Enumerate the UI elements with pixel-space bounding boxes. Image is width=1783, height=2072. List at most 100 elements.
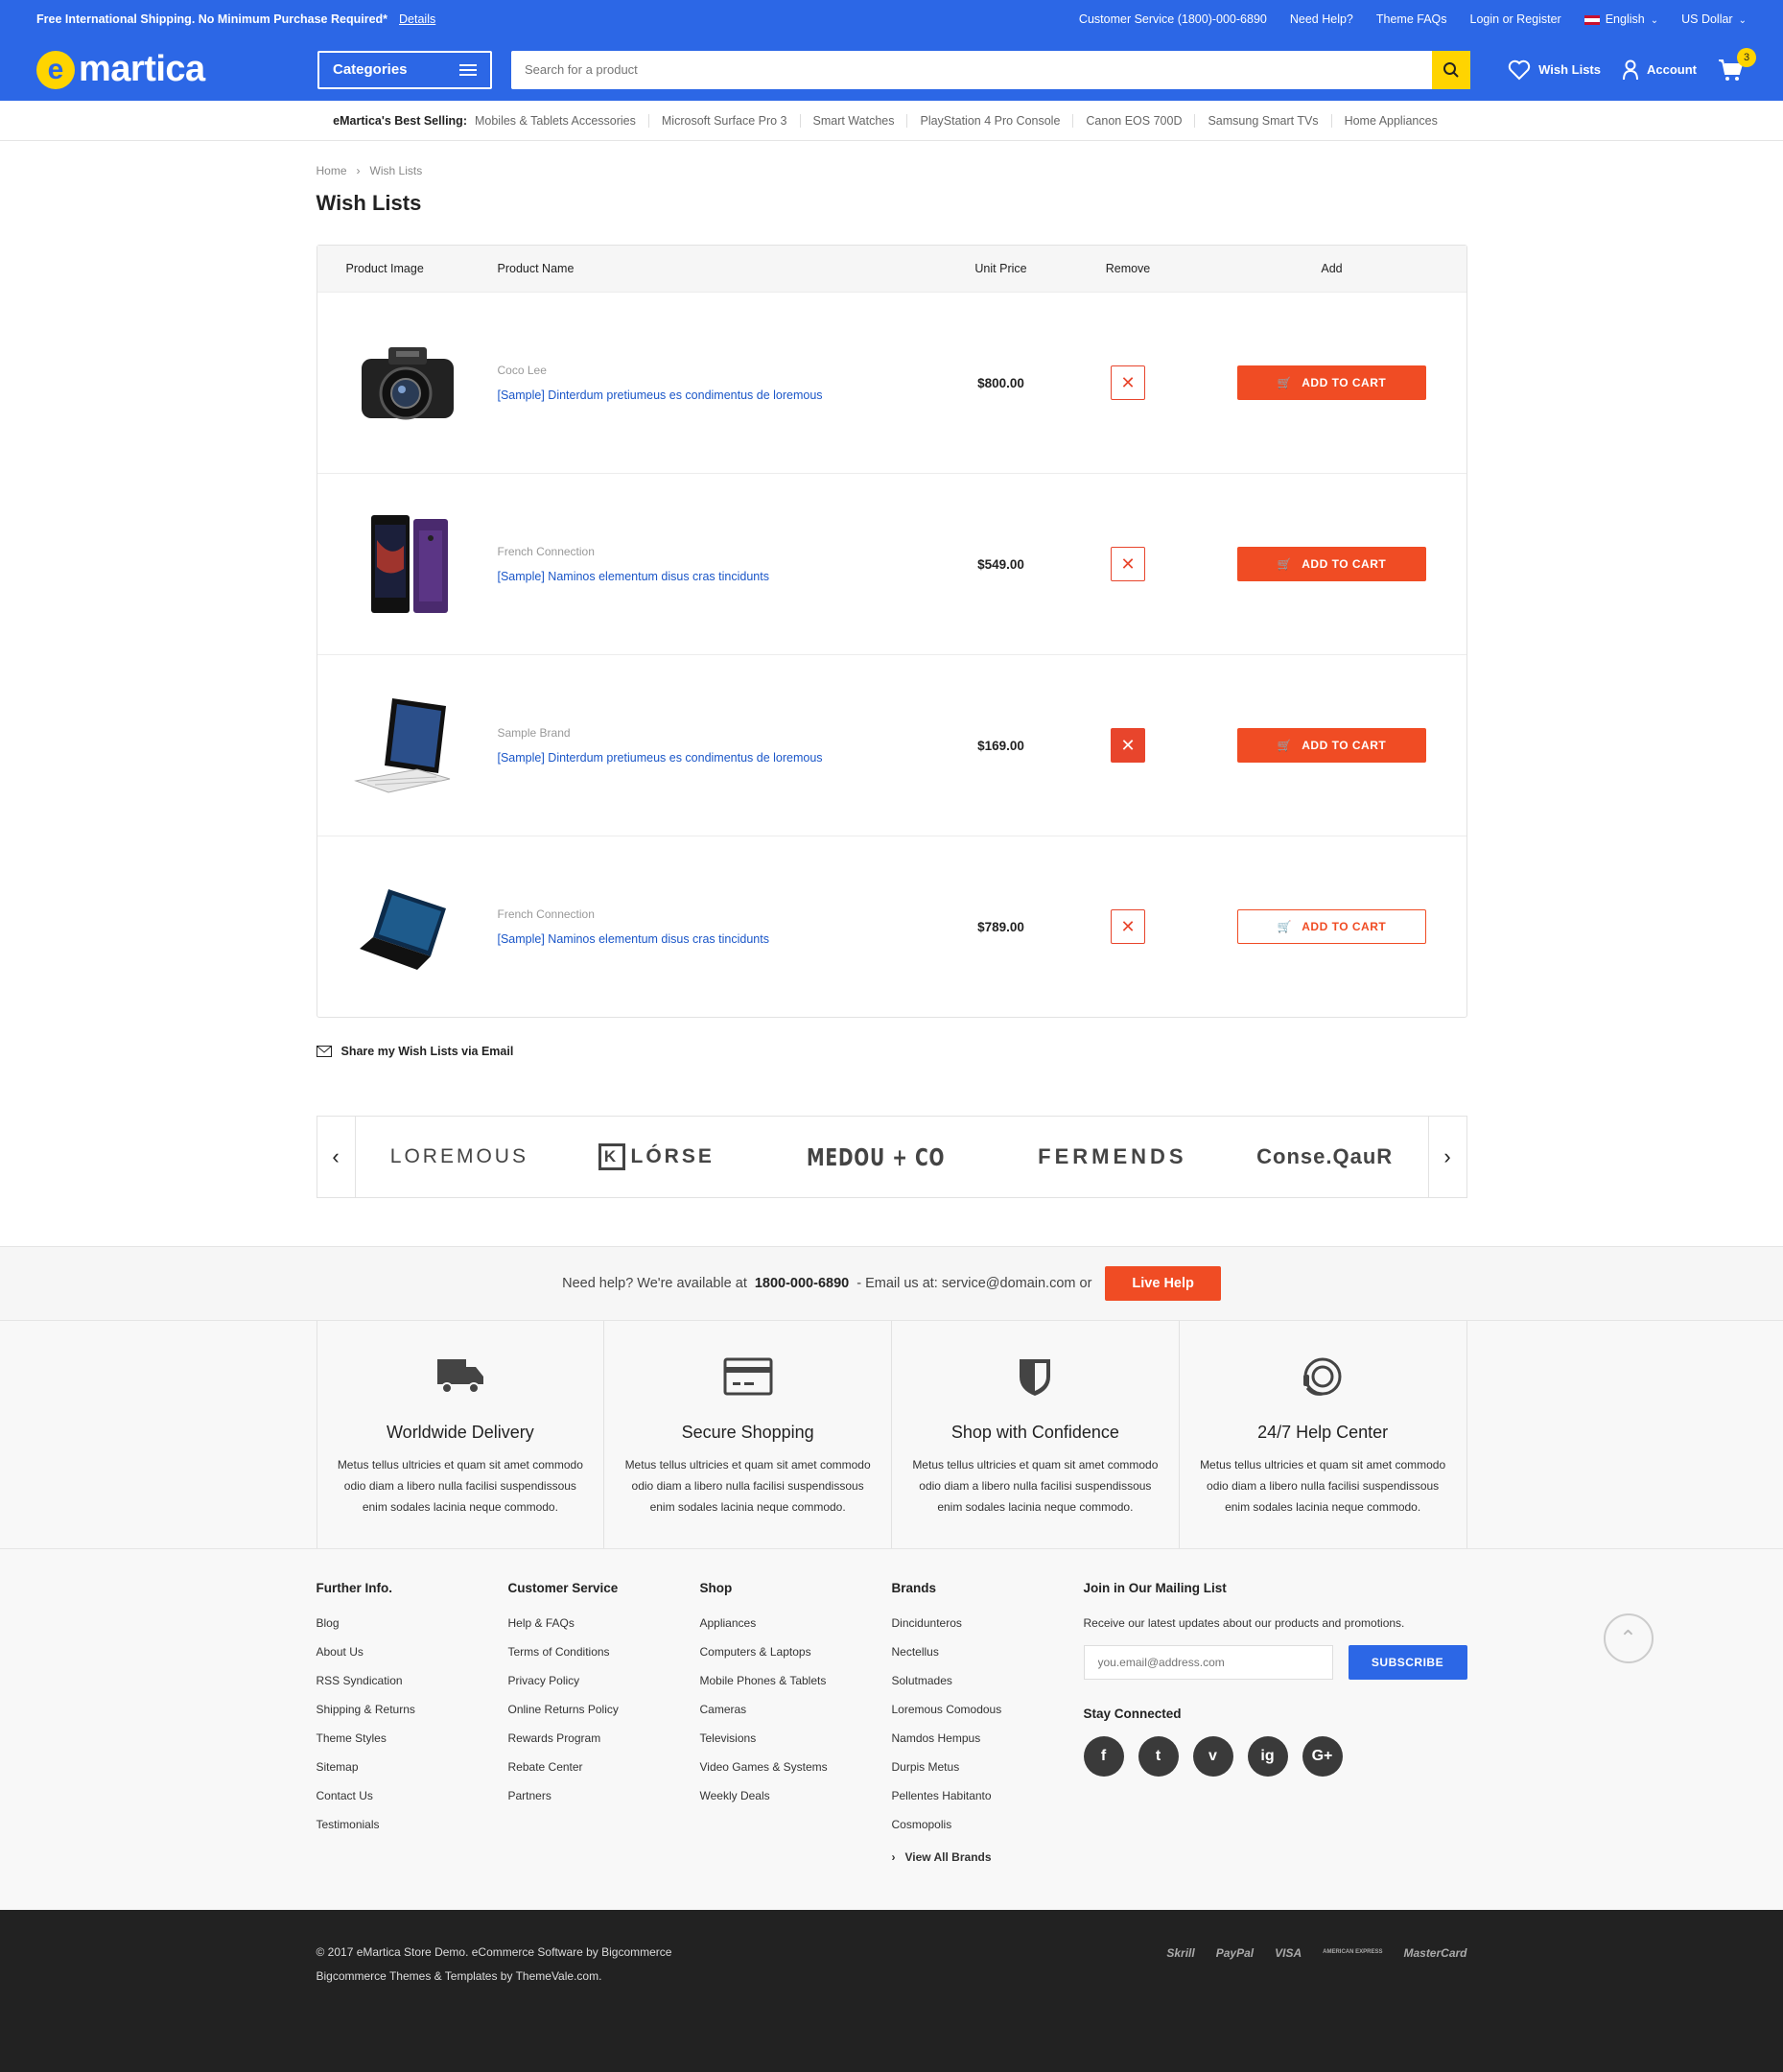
subscribe-button[interactable]: SUBSCRIBE: [1348, 1645, 1467, 1680]
footer-link[interactable]: Namdos Hempus: [892, 1731, 981, 1745]
product-brand[interactable]: Coco Lee: [498, 364, 944, 377]
footer-link[interactable]: Privacy Policy: [508, 1674, 580, 1687]
footer-link[interactable]: Partners: [508, 1789, 551, 1802]
email-field[interactable]: [1083, 1645, 1333, 1680]
logo[interactable]: e martica: [36, 49, 317, 90]
customer-service-link[interactable]: Customer Service (1800)-000-6890: [1079, 12, 1267, 26]
categories-button[interactable]: Categories: [317, 50, 492, 89]
best-selling-item[interactable]: Smart Watches: [799, 113, 907, 128]
details-link[interactable]: Details: [399, 12, 435, 26]
footer-link[interactable]: Solutmades: [892, 1674, 952, 1687]
add-to-cart-button[interactable]: 🛒 ADD TO CART: [1237, 909, 1426, 944]
facebook-icon[interactable]: f: [1083, 1736, 1124, 1777]
search-button[interactable]: [1432, 50, 1470, 89]
brand-logo[interactable]: LOREMOUS: [390, 1145, 528, 1168]
footer-link[interactable]: Testimonials: [317, 1818, 380, 1831]
footer-link[interactable]: Cosmopolis: [892, 1818, 952, 1831]
tablet-keyboard-image[interactable]: [350, 693, 465, 798]
footer-link[interactable]: Weekly Deals: [700, 1789, 770, 1802]
footer-link[interactable]: Nectellus: [892, 1645, 939, 1659]
footer-link[interactable]: Sitemap: [317, 1760, 359, 1774]
footer-link[interactable]: Blog: [317, 1616, 340, 1630]
product-brand[interactable]: Sample Brand: [498, 726, 944, 740]
product-name-link[interactable]: [Sample] Dinterdum pretiumeus es condime…: [498, 751, 944, 765]
language-selector[interactable]: English ⌄: [1584, 12, 1658, 26]
best-selling-item[interactable]: Mobiles & Tablets Accessories: [475, 114, 648, 128]
camera-image[interactable]: [350, 330, 465, 436]
footer-link[interactable]: Rewards Program: [508, 1731, 601, 1745]
envelope-icon: [316, 1046, 332, 1057]
scroll-to-top-button[interactable]: ⌃: [1603, 1613, 1654, 1663]
footer-link[interactable]: Televisions: [700, 1731, 757, 1745]
product-name-link[interactable]: [Sample] Dinterdum pretiumeus es condime…: [498, 388, 944, 402]
footer-link[interactable]: Cameras: [700, 1703, 747, 1716]
best-selling-item[interactable]: PlayStation 4 Pro Console: [906, 113, 1072, 128]
brand-logo[interactable]: K LÓRSE: [598, 1143, 715, 1170]
product-brand[interactable]: French Connection: [498, 545, 944, 558]
remove-button[interactable]: ✕: [1111, 547, 1145, 581]
product-name-link[interactable]: [Sample] Naminos elementum disus cras ti…: [498, 932, 944, 946]
currency-selector[interactable]: US Dollar ⌄: [1681, 12, 1747, 26]
product-brand[interactable]: French Connection: [498, 907, 944, 921]
remove-button[interactable]: ✕: [1111, 365, 1145, 400]
footer-link[interactable]: Shipping & Returns: [317, 1703, 415, 1716]
page-title: Wish Lists: [316, 191, 422, 215]
share-wishlist-link[interactable]: Share my Wish Lists via Email: [316, 1045, 1467, 1058]
wish-lists-link[interactable]: Wish Lists: [1508, 59, 1601, 81]
remove-button[interactable]: ✕: [1111, 728, 1145, 763]
footer-link[interactable]: Rebate Center: [508, 1760, 583, 1774]
best-selling-item[interactable]: Samsung Smart TVs: [1194, 113, 1330, 128]
footer-link[interactable]: Loremous Comodous: [892, 1703, 1002, 1716]
footer-link[interactable]: Dincidunteros: [892, 1616, 962, 1630]
remove-button[interactable]: ✕: [1111, 909, 1145, 944]
need-help-link[interactable]: Need Help?: [1290, 12, 1353, 26]
brand-logo[interactable]: FERMENDS: [1038, 1144, 1186, 1169]
account-link[interactable]: Account: [1622, 59, 1697, 81]
social-links: f t v ig G+: [1083, 1736, 1467, 1777]
footer-link[interactable]: Computers & Laptops: [700, 1645, 811, 1659]
theme-faqs-link[interactable]: Theme FAQs: [1376, 12, 1447, 26]
brand-logo[interactable]: MEDOU + CO: [807, 1143, 945, 1171]
feature-text: Metus tellus ultricies et quam sit amet …: [337, 1458, 583, 1514]
footer-link[interactable]: Contact Us: [317, 1789, 373, 1802]
carousel-next-button[interactable]: ›: [1427, 1117, 1466, 1197]
footer-heading: Further Info.: [316, 1581, 393, 1595]
unit-price: $169.00: [977, 738, 1024, 753]
footer-link[interactable]: Mobile Phones & Tablets: [700, 1674, 827, 1687]
table-row: French Connection [Sample] Naminos eleme…: [317, 473, 1466, 654]
best-selling-item[interactable]: Canon EOS 700D: [1072, 113, 1194, 128]
currency-label: US Dollar: [1681, 12, 1733, 26]
search-input[interactable]: [511, 50, 1432, 89]
footer-link[interactable]: About Us: [317, 1645, 364, 1659]
google-plus-icon[interactable]: G+: [1302, 1736, 1343, 1777]
laptop-image[interactable]: [350, 874, 465, 979]
view-all-brands-link[interactable]: › View All Brands: [892, 1850, 1084, 1864]
footer-link[interactable]: Theme Styles: [317, 1731, 387, 1745]
footer-link[interactable]: Terms of Conditions: [508, 1645, 610, 1659]
best-selling-item[interactable]: Microsoft Surface Pro 3: [647, 113, 800, 128]
live-help-button[interactable]: Live Help: [1105, 1266, 1221, 1301]
cart-button[interactable]: 3: [1718, 47, 1756, 84]
footer-link[interactable]: Pellentes Habitanto: [892, 1789, 992, 1802]
login-register-link[interactable]: Login or Register: [1470, 12, 1561, 26]
instagram-icon[interactable]: ig: [1247, 1736, 1288, 1777]
footer-link[interactable]: Help & FAQs: [508, 1616, 575, 1630]
breadcrumb-home[interactable]: Home: [317, 164, 347, 177]
carousel-prev-button[interactable]: ‹: [317, 1117, 356, 1197]
footer-link[interactable]: Appliances: [700, 1616, 757, 1630]
feature-text: Metus tellus ultricies et quam sit amet …: [1200, 1458, 1446, 1514]
cart-icon: 🛒: [1277, 920, 1293, 933]
twitter-icon[interactable]: t: [1138, 1736, 1179, 1777]
footer-link[interactable]: Online Returns Policy: [508, 1703, 619, 1716]
footer-link[interactable]: Video Games & Systems: [700, 1760, 828, 1774]
add-to-cart-button[interactable]: 🛒 ADD TO CART: [1237, 728, 1426, 763]
footer-link[interactable]: RSS Syndication: [317, 1674, 403, 1687]
best-selling-item[interactable]: Home Appliances: [1330, 113, 1450, 128]
vimeo-icon[interactable]: v: [1192, 1736, 1233, 1777]
product-name-link[interactable]: [Sample] Naminos elementum disus cras ti…: [498, 570, 944, 583]
footer-link[interactable]: Durpis Metus: [892, 1760, 960, 1774]
add-to-cart-button[interactable]: 🛒 ADD TO CART: [1237, 547, 1426, 581]
brand-logo[interactable]: Conse.QauR: [1256, 1144, 1393, 1169]
smartphone-image[interactable]: [350, 511, 465, 617]
add-to-cart-button[interactable]: 🛒 ADD TO CART: [1237, 365, 1426, 400]
